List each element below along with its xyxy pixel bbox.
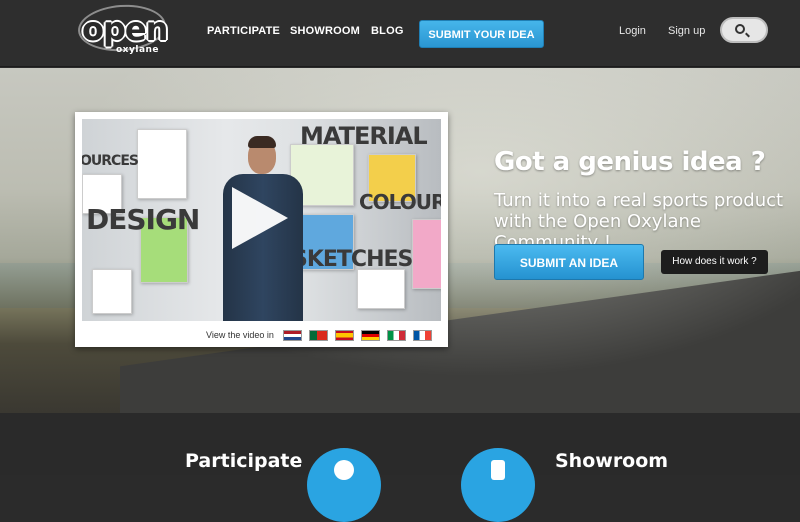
how-does-it-work-button[interactable]: How does it work ? — [661, 250, 768, 274]
video-word-design: DESIGN — [86, 203, 200, 236]
participate-heading: Participate — [185, 450, 303, 472]
flag-germany-icon[interactable] — [361, 330, 380, 341]
open-oxylane-logo[interactable]: open oxylane — [76, 1, 168, 58]
video-word-sources: OURCES — [82, 153, 139, 169]
person-icon — [334, 460, 354, 480]
hero-headline: Got a genius idea ? — [494, 147, 766, 177]
login-link[interactable]: Login — [619, 25, 646, 37]
submit-your-idea-button[interactable]: SUBMIT YOUR IDEA — [419, 20, 544, 48]
flag-netherlands-icon[interactable] — [283, 330, 302, 341]
video-tile-skates — [137, 129, 187, 199]
showroom-heading: Showroom — [555, 450, 669, 472]
top-navigation-bar: open oxylane PARTICIPATE SHOWROOM BLOG S… — [0, 0, 800, 67]
submit-an-idea-button[interactable]: SUBMIT AN IDEA — [494, 244, 644, 280]
video-language-bar: View the video in — [75, 323, 448, 347]
video-tile — [92, 269, 132, 314]
video-word-colour: COLOUR — [359, 190, 441, 214]
video-word-material: MATERIAL — [300, 122, 428, 150]
video-tile — [357, 269, 405, 309]
signup-link[interactable]: Sign up — [668, 25, 705, 37]
nav-showroom-link[interactable]: SHOWROOM — [290, 25, 360, 37]
showroom-circle-icon[interactable] — [461, 448, 535, 522]
flag-france-icon[interactable] — [413, 330, 432, 341]
search-icon — [735, 24, 745, 34]
thumbs-up-icon — [491, 460, 505, 480]
video-tile-pink — [412, 219, 441, 289]
search-button[interactable] — [720, 17, 768, 43]
flag-italy-icon[interactable] — [387, 330, 406, 341]
flag-spain-icon[interactable] — [335, 330, 354, 341]
bottom-section: Participate Showroom — [0, 413, 800, 522]
nav-blog-link[interactable]: BLOG — [371, 25, 404, 37]
video-player[interactable]: MATERIAL OURCES DESIGN COLOUR SKETCHES — [82, 119, 441, 321]
logo-subtitle: oxylane — [116, 45, 160, 55]
video-language-label: View the video in — [206, 330, 274, 340]
video-card: MATERIAL OURCES DESIGN COLOUR SKETCHES V… — [75, 112, 448, 347]
play-icon[interactable] — [232, 187, 288, 249]
flag-portugal-icon[interactable] — [309, 330, 328, 341]
participate-circle-icon[interactable] — [307, 448, 381, 522]
nav-participate-link[interactable]: PARTICIPATE — [207, 25, 280, 37]
logo-word: open — [82, 10, 168, 48]
presenter-hair — [248, 136, 276, 148]
